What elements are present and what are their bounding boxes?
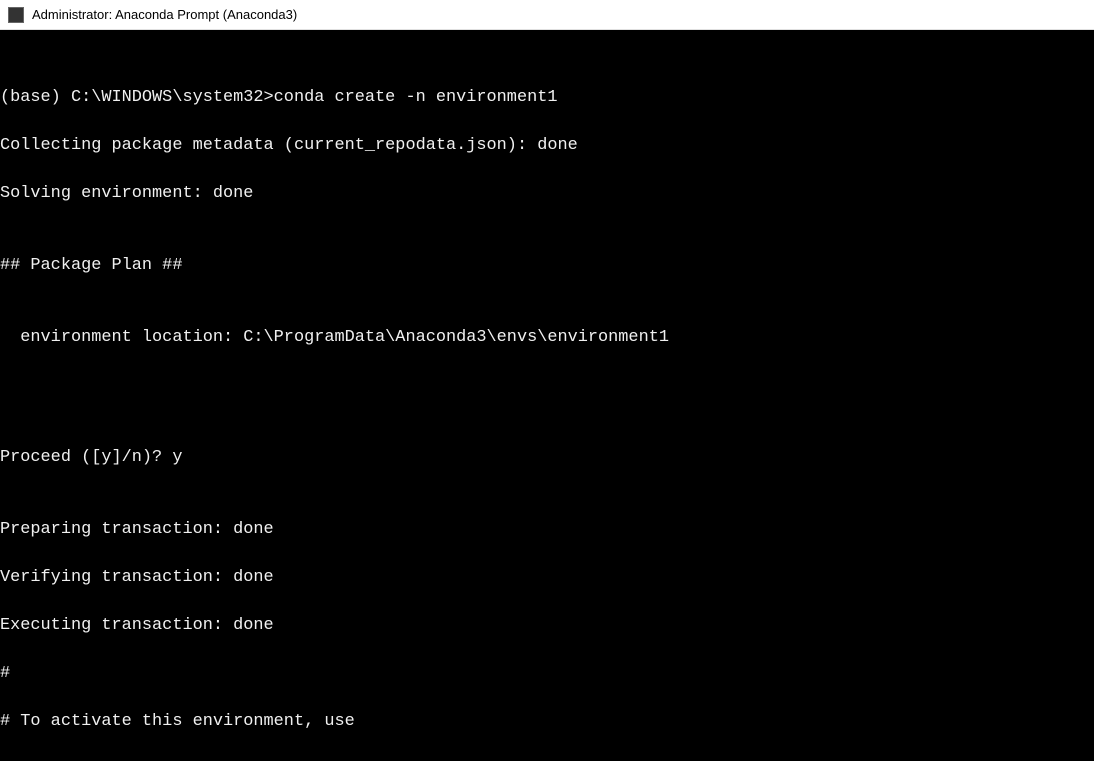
terminal-line: Collecting package metadata (current_rep… [0,134,1094,158]
terminal-line: Verifying transaction: done [0,566,1094,590]
terminal-line: Executing transaction: done [0,614,1094,638]
terminal-app-icon [8,7,24,23]
terminal-line: ## Package Plan ## [0,254,1094,278]
terminal-line: # [0,662,1094,686]
terminal-line: Solving environment: done [0,182,1094,206]
terminal-line: Proceed ([y]/n)? y [0,446,1094,470]
terminal-line: environment location: C:\ProgramData\Ana… [0,326,1094,350]
terminal-output-area[interactable]: (base) C:\WINDOWS\system32>conda create … [0,30,1094,761]
terminal-line: Preparing transaction: done [0,518,1094,542]
terminal-line: (base) C:\WINDOWS\system32>conda create … [0,86,1094,110]
window-title: Administrator: Anaconda Prompt (Anaconda… [32,7,297,22]
window-titlebar[interactable]: Administrator: Anaconda Prompt (Anaconda… [0,0,1094,30]
terminal-line: # To activate this environment, use [0,710,1094,734]
